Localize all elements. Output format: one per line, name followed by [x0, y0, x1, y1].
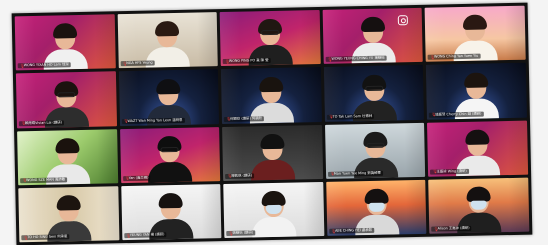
participant-name: NGA HFS Yeung [126, 60, 153, 66]
participant-hair [260, 133, 285, 149]
participant-name: Yan (黃芯晴) [128, 175, 149, 180]
mic-muted-icon: 🎙 [432, 168, 438, 174]
glasses [366, 142, 385, 148]
participant-tile[interactable]: 🎙 ABE CHING HEI 盧承熙 [326, 179, 427, 236]
participant-hair [158, 192, 184, 209]
mic-muted-icon: 🎙 [327, 56, 333, 62]
participant-name: Man Yuen Yee Ming 劉黃綺雯 [333, 170, 381, 176]
participant-name-label: 🎙 Yan (黃芯晴) [122, 175, 151, 181]
participant-hair [52, 23, 77, 39]
participant-tile[interactable]: 🎙 何穎欣 (讀研) 何穎欣 [221, 67, 322, 124]
participant-tile[interactable]: 🎙 TO Tak Lam Sam 杜德林 [323, 65, 425, 122]
mic-muted-icon: 🎙 [224, 58, 230, 64]
mic-muted-icon: 🎙 [330, 228, 337, 234]
glasses [160, 146, 179, 153]
participant-hair [155, 21, 180, 37]
participant-hair [363, 188, 389, 205]
participant-name: 錢嘉慧 Cherry Chin 錢 (讀研) [435, 111, 482, 117]
instagram-icon [398, 15, 409, 26]
participant-name: 賴雨晴Vivian Lai (讀研) [24, 119, 62, 125]
mic-muted-icon: 🎙 [20, 120, 27, 126]
participant-name-label: 🎙 YEUNG YAN 楊 (讀研) [123, 232, 167, 239]
video-gallery-photo: 🎙 WONG YIXAN HO Lam 佳潔 🎙 NGA HFS Yeung 🎙 WONG… [11, 2, 533, 245]
participant-grid: 🎙 WONG YIXAN HO Lam 佳潔 🎙 NGA HFS Yeung 🎙 WONG… [14, 5, 530, 243]
glasses [261, 30, 280, 36]
glasses [57, 91, 76, 97]
participant-name-label: 🎙 Alison 王嘉詠 (讀研) [431, 225, 472, 232]
participant-tile[interactable]: 🎙 WONG Ching Yan Yuen Yiu [424, 5, 526, 63]
participant-name: WONG SZE MAN 黃詩敏 [26, 177, 66, 182]
participant-body [148, 161, 193, 183]
participant-tile[interactable]: 🎙 WONG YEUNG CHING YU 楊靜榆 [322, 7, 424, 65]
participant-tile[interactable]: 🎙 錢嘉慧 Cherry Chin 錢 (讀研) [426, 62, 527, 120]
participant-name-label: 🎙 王嘉詠 Wing (讀研) [430, 168, 469, 175]
mic-muted-icon: 🎙 [228, 230, 234, 236]
participant-hair [462, 14, 488, 31]
participant-hair [464, 71, 489, 88]
participant-name-label: 🎙 陳凱琪 (讀研) [225, 173, 255, 179]
participant-name: Alison 王嘉詠 (讀研) [437, 225, 470, 231]
glasses [364, 85, 383, 91]
participant-name-label: 🎙 賴雨晴Vivian Lai (讀研) [18, 119, 65, 126]
mic-muted-icon: 🎙 [19, 62, 25, 69]
participant-tile[interactable]: 🎙 陳凱琪 (讀研) [222, 124, 323, 181]
participant-tile[interactable]: 🎙 Alison 王嘉詠 (讀研) [428, 177, 530, 234]
participant-tile[interactable]: 🎙 Yan (黃芯晴) [119, 126, 221, 183]
mic-muted-icon: 🎙 [125, 232, 132, 238]
participant-name: 姚靜怡 (讀研) [232, 230, 254, 235]
participant-name-label: 🎙 何穎欣 (讀研) 何穎欣 [224, 115, 265, 122]
participant-body [250, 159, 296, 181]
participant-name: 何穎欣 (讀研) 何穎欣 [230, 115, 263, 121]
participant-tile[interactable]: 🎙 Man Yuen Yee Ming 劉黃綺雯 [324, 122, 426, 179]
mic-muted-icon: 🎙 [23, 234, 29, 240]
participant-hair [466, 186, 491, 202]
mic-muted-icon: 🎙 [329, 170, 335, 177]
participant-video [250, 190, 297, 238]
mic-muted-icon: 🎙 [328, 113, 334, 119]
participant-hair [258, 76, 284, 92]
participant-video [249, 133, 296, 181]
participant-hair [156, 78, 181, 94]
participant-hair [55, 137, 80, 154]
participant-tile[interactable]: 🎙 王嘉詠 Wing (讀研) [427, 120, 529, 177]
participant-hair [465, 129, 490, 145]
participant-name: 陳凱琪 (讀研) [231, 173, 252, 178]
participant-body [251, 216, 297, 238]
participant-tile[interactable]: 🎙 WONG YIXAN HO Lam 佳潔 [14, 14, 116, 71]
mic-muted-icon: 🎙 [431, 111, 437, 117]
mic-muted-icon: 🎙 [123, 118, 129, 124]
mic-muted-icon: 🎙 [226, 115, 232, 121]
participant-tile[interactable]: 🎙 NGA HFS Yeung [117, 12, 218, 69]
participant-name-label: 🎙 ABE CHING HEI 盧承熙 [329, 227, 375, 234]
participant-name-label: 🎙 TO HO SING Seni 何承星 [21, 234, 70, 241]
participant-tile[interactable]: 🎙 WONG PING PO 黃 陳 瑩 [219, 9, 321, 67]
mic-muted-icon: 🎙 [227, 173, 233, 179]
mic-muted-icon: 🎙 [429, 54, 436, 60]
mic-muted-icon: 🎙 [433, 226, 439, 232]
participant-tile[interactable]: 🎙 TO HO SING Seni 何承星 [18, 185, 119, 243]
participant-name: TO HO SING Seni 何承星 [27, 234, 68, 240]
participant-tile[interactable]: 🎙 WAZT Wan Ming Yan Leon 溫明恩 [118, 69, 220, 126]
participant-name-label: 🎙 姚靜怡 (讀研) [226, 230, 256, 236]
participant-tile[interactable]: 🎙 姚靜怡 (讀研) [223, 181, 325, 239]
participant-name: YEUNG YAN 楊 (讀研) [129, 232, 165, 238]
participant-name: 王嘉詠 Wing (讀研) [436, 168, 467, 174]
participant-video [147, 135, 194, 183]
participant-hair [261, 190, 286, 207]
mic-muted-icon: 🎙 [22, 177, 28, 183]
participant-hair [56, 195, 81, 211]
participant-hair [360, 16, 385, 33]
mic-muted-icon: 🎙 [122, 60, 128, 66]
participant-tile[interactable]: 🎙 賴雨晴Vivian Lai (讀研) [15, 71, 117, 128]
participant-tile[interactable]: 🎙 YEUNG YAN 楊 (讀研) [120, 183, 222, 241]
mic-muted-icon: 🎙 [124, 175, 130, 181]
participant-name: TO Tak Lam Sam 杜德林 [332, 113, 373, 119]
participant-name-label: 🎙 TO Tak Lam Sam 杜德林 [326, 113, 375, 120]
participant-tile[interactable]: 🎙 WONG SZE MAN 黃詩敏 [17, 128, 118, 186]
participant-name-label: 🎙 WONG SZE MAN 黃詩敏 [20, 177, 68, 184]
participant-name: ABE CHING HEI 盧承熙 [335, 227, 373, 233]
participant-name-label: 🎙 NGA HFS Yeung [120, 60, 155, 67]
